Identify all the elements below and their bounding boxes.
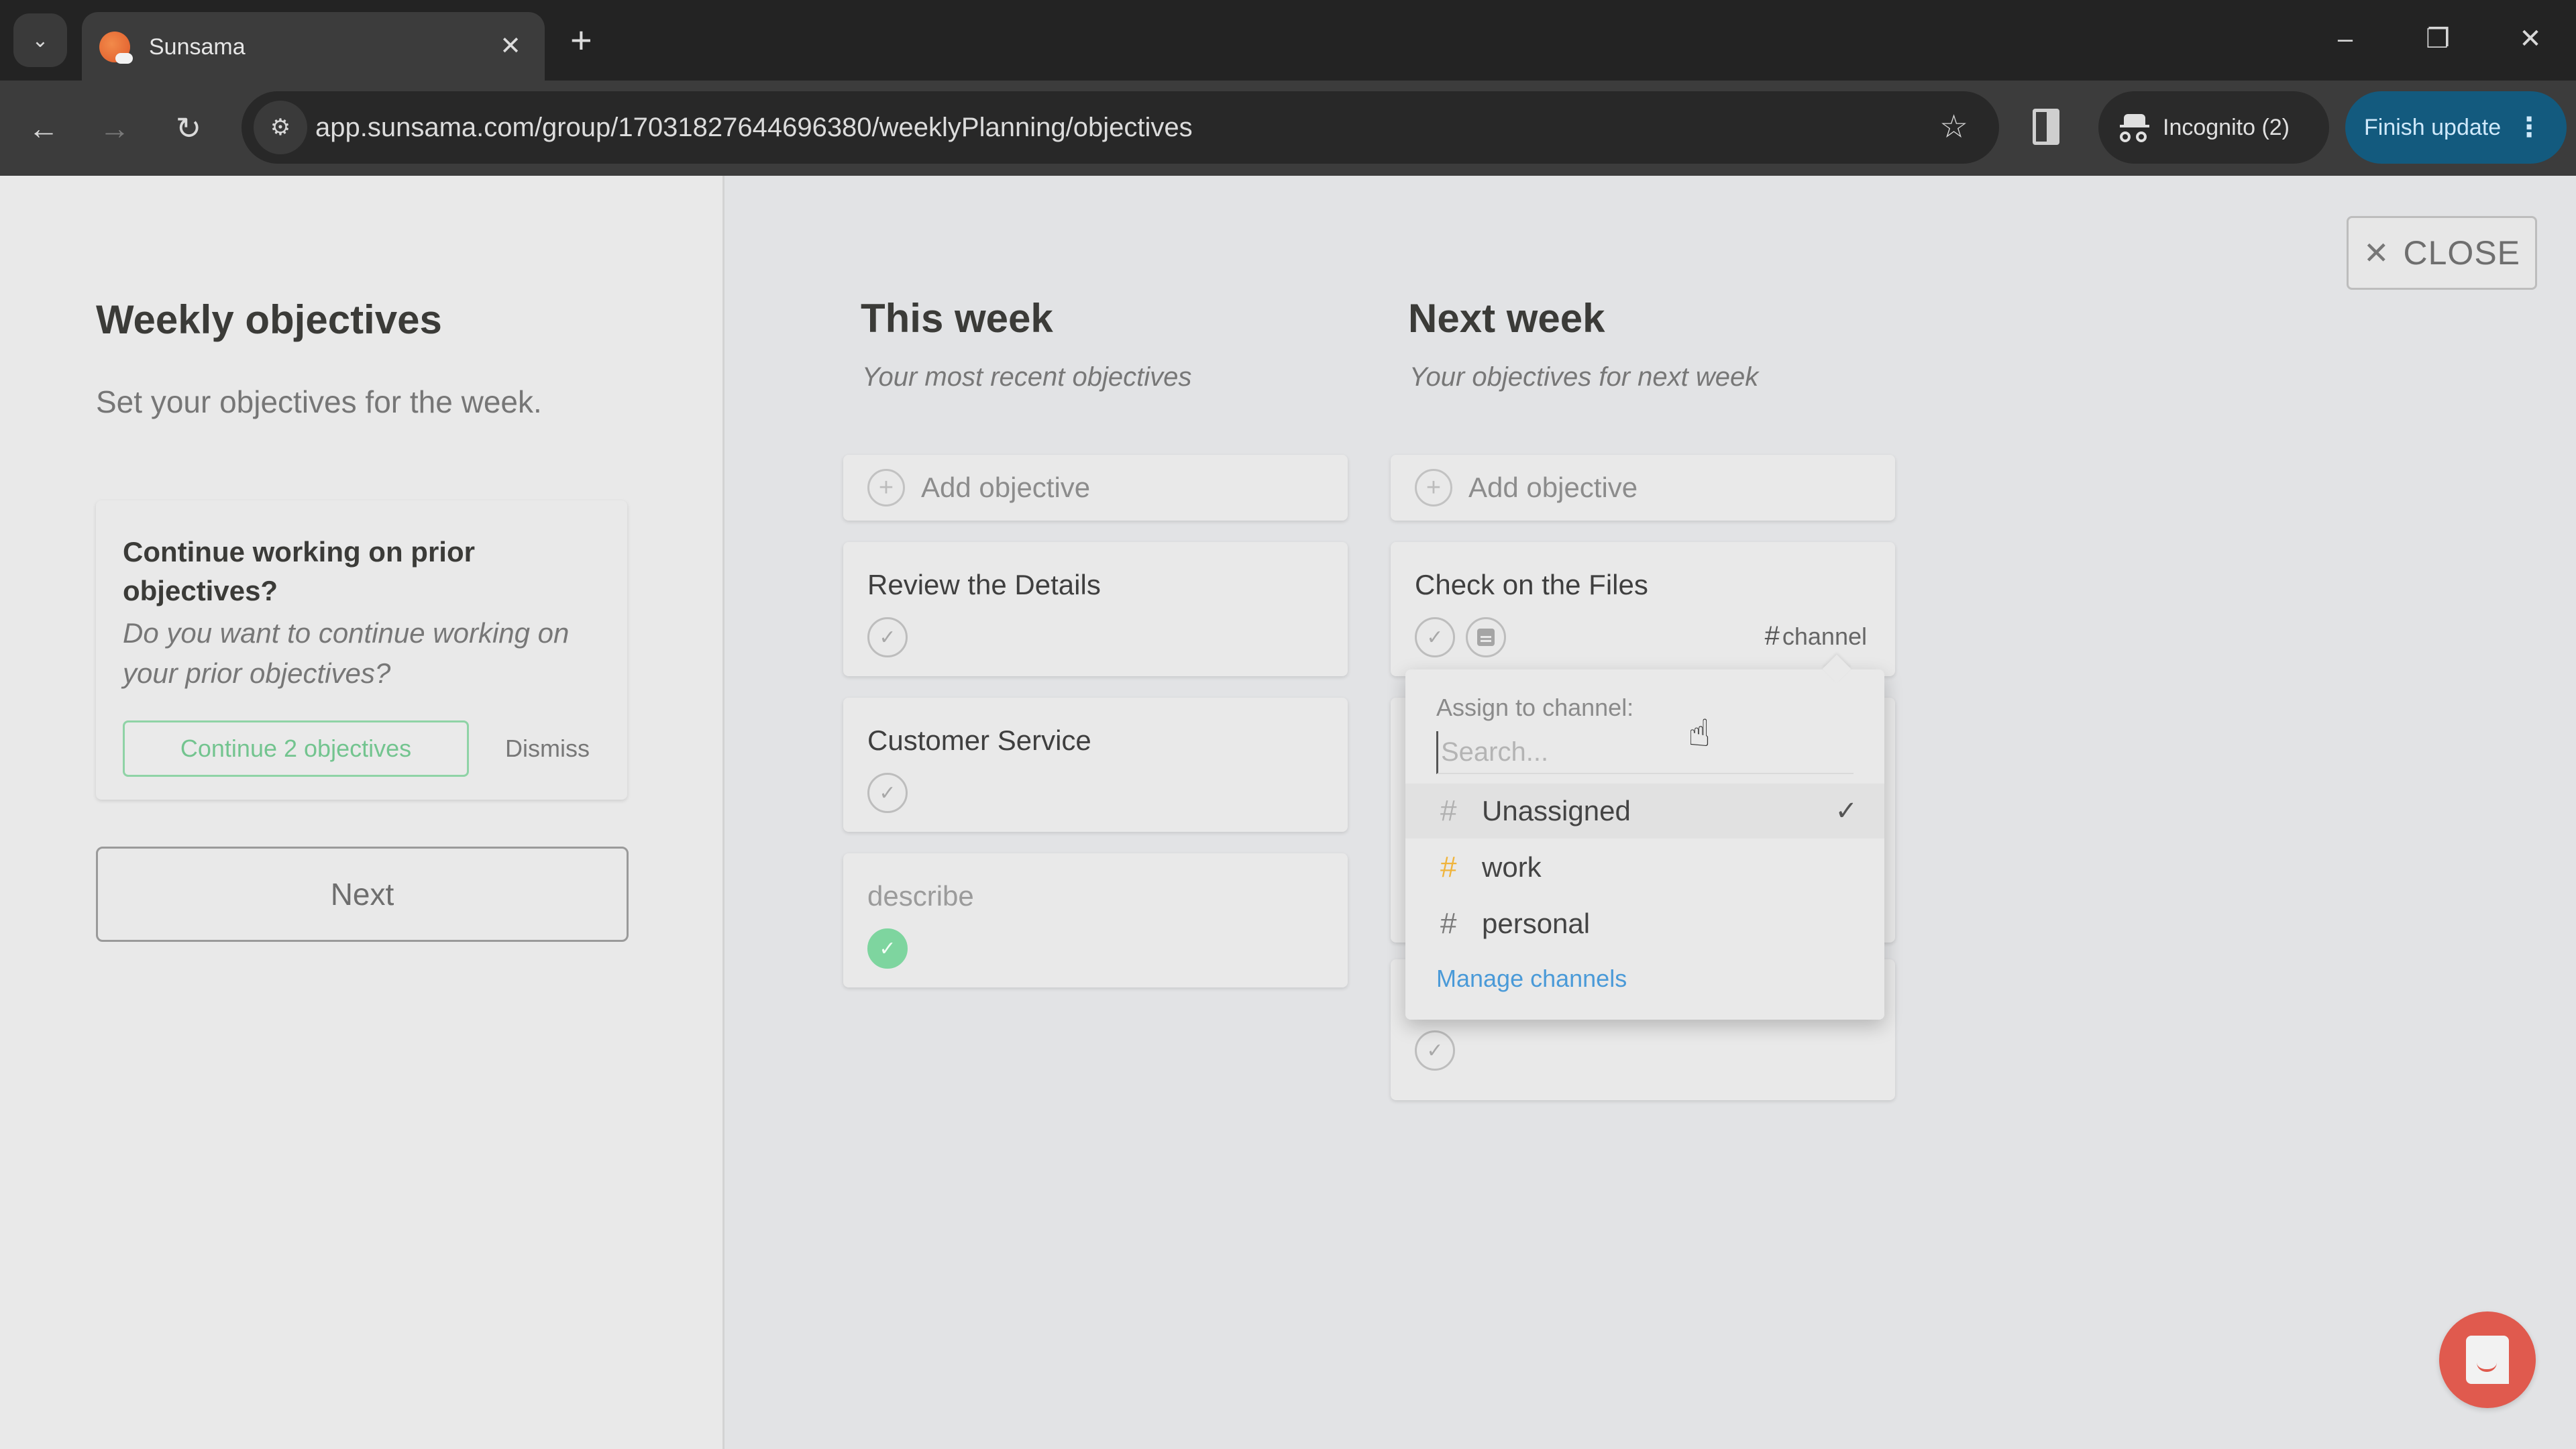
add-objective-label: Add objective [1468,472,1638,503]
prior-card-description: Do you want to continue working on your … [123,617,570,689]
minimize-icon[interactable]: – [2318,19,2372,59]
channel-option-personal[interactable]: # personal [1405,896,1884,951]
channel-option-label: work [1482,851,1542,883]
next-week-title: Next week [1408,296,1605,341]
complete-check-icon[interactable]: ✓ [867,773,908,813]
hand-pointer-cursor-icon: ☝ [1688,712,1711,754]
manage-channels-link[interactable]: Manage channels [1436,965,1627,993]
browser-tab-sunsama[interactable]: Sunsama ✕ [82,12,545,82]
restore-icon[interactable]: ❐ [2411,19,2465,59]
tab-title: Sunsama [149,34,246,60]
url-text[interactable]: app.sunsama.com/group/17031827644696380/… [315,91,1193,164]
objective-title: Review the Details [867,569,1101,600]
selected-check-icon: ✓ [1835,796,1858,826]
this-week-subtitle: Your most recent objectives [862,362,1192,392]
new-tab-button[interactable]: + [570,19,592,62]
channel-selector[interactable]: # channel [1765,621,1867,651]
side-panel-icon[interactable] [2033,109,2059,145]
calendar-icon [1477,629,1495,646]
channel-option-label: personal [1482,908,1591,939]
hash-icon: # [1440,794,1457,827]
browser-toolbar: ← → ↻ ⚙ app.sunsama.com/group/1703182764… [0,80,2576,176]
continue-objectives-button[interactable]: Continue 2 objectives [123,720,469,777]
channel-label: channel [1782,623,1867,650]
assign-channel-label: Assign to channel: [1436,694,1634,721]
plus-circle-icon: + [1415,469,1452,506]
site-info-icon[interactable]: ⚙ [254,101,307,154]
hash-icon: # [1440,907,1457,940]
channel-search-input[interactable] [1436,731,1854,774]
sunsama-favicon-icon [99,32,133,64]
channel-option-label: Unassigned [1482,795,1631,826]
objective-title: Customer Service [867,724,1091,756]
window-close-icon[interactable]: ✕ [2504,19,2557,59]
tab-close-icon[interactable]: ✕ [494,30,527,63]
objective-card-completed[interactable]: describe ✓ [843,853,1348,987]
left-panel: Weekly objectives Set your objectives fo… [0,176,724,1449]
schedule-button[interactable] [1466,617,1506,657]
complete-check-icon[interactable]: ✓ [1415,617,1455,657]
reload-icon[interactable]: ↻ [165,105,212,152]
complete-check-icon[interactable]: ✓ [1415,1030,1455,1071]
completed-check-icon[interactable]: ✓ [867,928,908,969]
hash-icon: # [1764,621,1780,651]
weekly-planning-app: Weekly objectives Set your objectives fo… [0,176,2576,1449]
chat-icon [2466,1336,2509,1384]
back-arrow-icon[interactable]: ← [20,105,67,152]
chevron-down-icon: ⌄ [32,29,49,52]
this-week-title: This week [861,296,1053,341]
close-button[interactable]: ✕ CLOSE [2347,216,2537,290]
kebab-menu-icon[interactable]: ⋮ [2516,112,2542,143]
hash-icon: # [1440,851,1457,883]
next-week-subtitle: Your objectives for next week [1409,362,1759,392]
channel-option-work[interactable]: # work [1405,840,1884,895]
incognito-label: Incognito (2) [2163,114,2290,140]
finish-update-label: Finish update [2364,114,2502,140]
add-objective-button[interactable]: + Add objective [843,455,1348,521]
objective-title: Check on the Files [1415,569,1648,600]
objective-card[interactable]: Review the Details ✓ [843,542,1348,676]
incognito-indicator[interactable]: Incognito (2) [2098,91,2329,164]
complete-check-icon[interactable]: ✓ [867,617,908,657]
dismiss-button[interactable]: Dismiss [505,720,590,777]
prior-card-title: Continue working on prior objectives? [123,536,475,606]
close-icon: ✕ [2363,235,2390,270]
add-objective-label: Add objective [921,472,1091,503]
objective-title: describe [867,880,974,912]
finish-update-button[interactable]: Finish update ⋮ [2345,91,2567,164]
assign-channel-dropdown: Assign to channel: # Unassigned ✓ # work… [1405,654,1884,1020]
objectives-area: ✕ CLOSE This week Your most recent objec… [727,176,2576,1449]
page-subtitle: Set your objectives for the week. [96,384,542,419]
incognito-icon [2120,113,2149,142]
bookmark-star-icon[interactable]: ☆ [1939,91,1968,164]
tab-search-button[interactable]: ⌄ [13,13,67,67]
objective-card[interactable]: Check on the Files ✓ # channel [1391,542,1895,676]
prior-objectives-card: Continue working on prior objectives? Do… [96,500,627,800]
address-bar[interactable]: ⚙ app.sunsama.com/group/1703182764469638… [241,91,1999,164]
page-title: Weekly objectives [96,297,442,342]
add-objective-button[interactable]: + Add objective [1391,455,1895,521]
objective-card[interactable]: Customer Service ✓ [843,698,1348,832]
browser-tabstrip: ⌄ Sunsama ✕ + – ❐ ✕ [0,0,2576,82]
support-chat-button[interactable] [2439,1311,2536,1408]
forward-arrow-icon[interactable]: → [91,105,138,152]
plus-circle-icon: + [867,469,905,506]
next-button[interactable]: Next [96,847,629,942]
close-label: CLOSE [2403,234,2521,272]
channel-option-unassigned[interactable]: # Unassigned ✓ [1405,784,1884,839]
